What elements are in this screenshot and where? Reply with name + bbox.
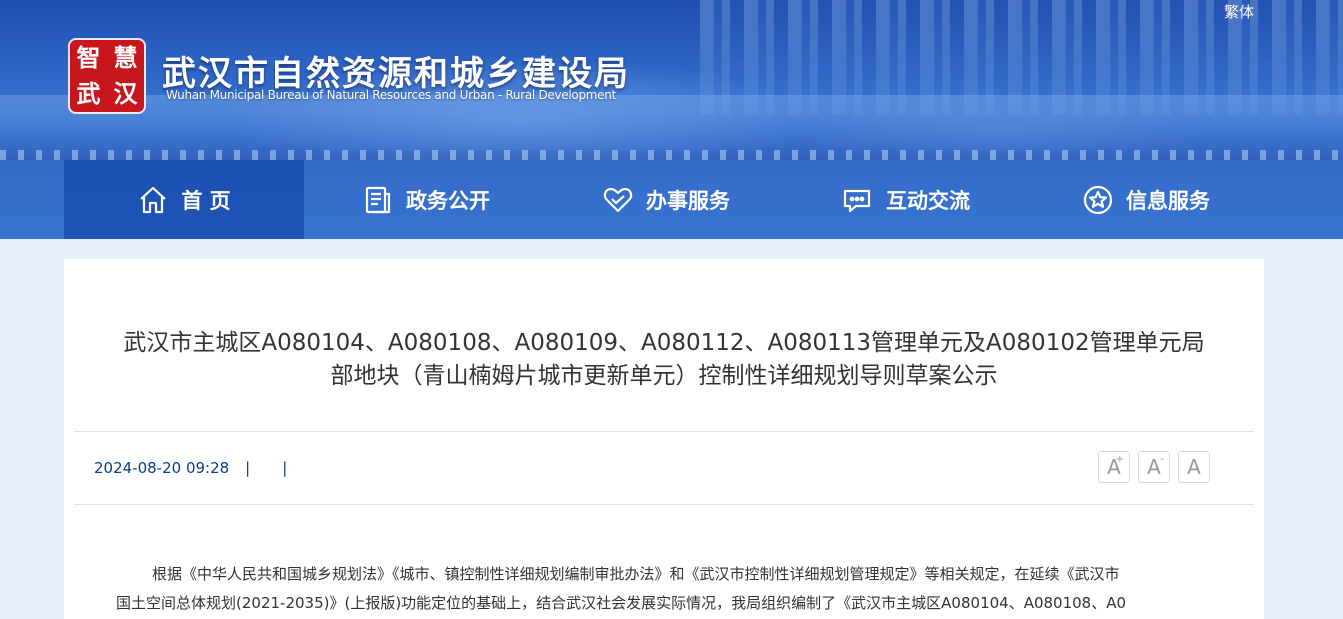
main-nav: 首 页 政务公开 办事服务 互动交流 信息服务 (0, 160, 1343, 239)
nav-item-label: 首 页 (181, 188, 231, 213)
nav-item-label: 政务公开 (406, 188, 490, 213)
site-logo[interactable]: 智 慧 武 汉 (70, 40, 144, 112)
article-body: 根据《中华人民共和国城乡规划法》《城市、镇控制性详细规划编制审批办法》和《武汉市… (116, 560, 1194, 618)
divider (74, 504, 1254, 505)
logo-char: 汉 (113, 79, 138, 108)
logo-char: 武 (76, 79, 101, 108)
nav-item-label: 互动交流 (886, 188, 970, 213)
nav-item-information[interactable]: 信息服务 (1076, 160, 1216, 239)
nav-item-services[interactable]: 办事服务 (596, 160, 736, 239)
plus-mark: + (1115, 454, 1124, 465)
document-list-icon (365, 186, 391, 213)
article-title: 武汉市主城区A080104、A080108、A080109、A080112、A0… (104, 327, 1224, 393)
font-reset-button[interactable]: A (1178, 451, 1210, 483)
nav-item-government-affairs[interactable]: 政务公开 (356, 160, 496, 239)
home-icon (140, 186, 167, 213)
nav-item-home[interactable]: 首 页 (64, 160, 304, 239)
publish-date: 2024-08-20 09:28 (94, 459, 230, 477)
article-paragraph-line: 根据《中华人民共和国城乡规划法》《城市、镇控制性详细规划编制审批办法》和《武汉市… (152, 565, 1120, 583)
bridge-backdrop (0, 150, 1343, 160)
logo-char: 慧 (113, 43, 138, 72)
meta-separator: | (282, 459, 288, 477)
article-meta: 2024-08-20 09:28 | | (94, 459, 287, 477)
heart-icon (603, 187, 633, 212)
header-banner: 繁体 智 慧 武 汉 武汉市自然资源和城乡建设局 Wuhan Municipal… (0, 0, 1343, 160)
font-decrease-label: A (1147, 455, 1161, 479)
article-title-line: 武汉市主城区A080104、A080108、A080109、A080112、A0… (123, 330, 1205, 356)
nav-item-interaction[interactable]: 互动交流 (836, 160, 976, 239)
minus-mark: - (1160, 454, 1164, 465)
font-decrease-button[interactable]: A - (1138, 451, 1170, 483)
nav-item-label: 信息服务 (1126, 188, 1210, 213)
font-increase-button[interactable]: A + (1098, 451, 1130, 483)
article-paragraph-line: 国土空间总体规划(2021-2035)》(上报版)功能定位的基础上，结合武汉社会… (116, 594, 1127, 612)
article-title-line: 部地块（青山楠姆片城市更新单元）控制性详细规划导则草案公示 (330, 363, 998, 389)
logo-char: 智 (76, 43, 101, 72)
font-reset-label: A (1187, 455, 1201, 479)
chat-icon (843, 189, 871, 212)
font-size-tools: A + A - A (1098, 451, 1210, 483)
traditional-chinese-link[interactable]: 繁体 (1224, 1, 1254, 22)
meta-separator: | (245, 459, 251, 477)
nav-item-label: 办事服务 (646, 188, 730, 213)
star-circle-icon (1083, 185, 1113, 214)
article-panel: 武汉市主城区A080104、A080108、A080109、A080112、A0… (64, 259, 1264, 619)
site-subtitle: Wuhan Municipal Bureau of Natural Resour… (166, 88, 616, 102)
divider (74, 431, 1254, 432)
